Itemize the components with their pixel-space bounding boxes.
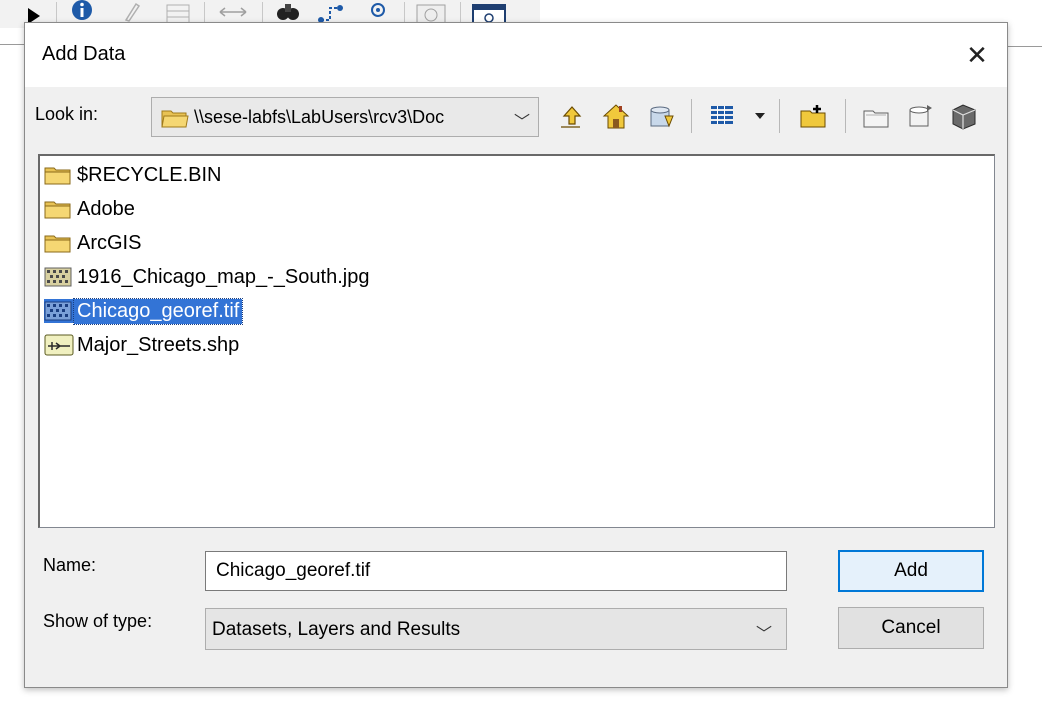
- list-item[interactable]: Major_Streets.shp: [44, 330, 242, 360]
- file-name: Chicago_georef.tif: [72, 297, 244, 325]
- add-button[interactable]: Add: [838, 550, 984, 592]
- file-name: Major_Streets.shp: [77, 333, 240, 356]
- folder-icon: [44, 197, 74, 221]
- dialog-title: Add Data: [42, 43, 126, 65]
- list-item-selected[interactable]: Chicago_georef.tif: [44, 296, 244, 326]
- view-options-dropdown-icon: [755, 113, 765, 119]
- route-icon[interactable]: [318, 2, 344, 24]
- list-item[interactable]: 1916_Chicago_map_-_South.jpg: [44, 262, 372, 292]
- file-name: ArcGIS: [77, 231, 142, 254]
- new-folder-button[interactable]: [861, 101, 891, 131]
- dialog-titlebar[interactable]: Add Data ✕: [25, 23, 1007, 87]
- raster-icon: [44, 299, 74, 323]
- up-one-level-icon: [561, 106, 582, 128]
- list-item[interactable]: ArcGIS: [44, 228, 144, 258]
- chevron-down-icon: ﹀: [513, 114, 530, 131]
- new-folder-icon: [863, 110, 889, 128]
- file-name: 1916_Chicago_map_-_South.jpg: [77, 265, 370, 288]
- look-in-path: \\sese-labfs\LabUsers\rcv3\Doc: [194, 107, 445, 127]
- open-folder-icon: [161, 110, 189, 128]
- goto-xy-icon[interactable]: [368, 2, 388, 22]
- connect-to-folder-icon: [800, 105, 826, 128]
- list-item[interactable]: Adobe: [44, 194, 138, 224]
- show-of-type-value: Datasets, Layers and Results: [212, 619, 461, 640]
- table-icon[interactable]: [166, 4, 190, 24]
- list-view-icon: [711, 106, 733, 124]
- measure-icon[interactable]: [218, 4, 248, 20]
- background-divider: [0, 44, 26, 45]
- find-icon[interactable]: [276, 2, 300, 22]
- file-name: Adobe: [77, 197, 135, 220]
- file-name: $RECYCLE.BIN: [77, 163, 222, 186]
- up-one-level-button[interactable]: [557, 101, 587, 131]
- close-icon: ✕: [966, 39, 988, 70]
- new-feature-class-button[interactable]: [949, 101, 979, 131]
- close-button[interactable]: ✕: [947, 23, 1007, 87]
- default-geodatabase-button[interactable]: [647, 101, 677, 131]
- cancel-button[interactable]: Cancel: [838, 607, 984, 649]
- show-of-type-label: Show of type:: [43, 611, 153, 631]
- new-geodatabase-icon: [909, 105, 932, 127]
- html-popup-icon[interactable]: [122, 2, 142, 22]
- new-feature-class-icon: [952, 104, 976, 130]
- folder-icon: [44, 231, 74, 255]
- list-item[interactable]: $RECYCLE.BIN: [44, 160, 225, 190]
- add-data-dialog: Add Data ✕ Look in: \\sese-labfs\LabUser…: [24, 22, 1008, 688]
- name-field[interactable]: [205, 551, 787, 591]
- look-in-dropdown[interactable]: \\sese-labfs\LabUsers\rcv3\Doc ﹀: [151, 97, 539, 137]
- list-view-button[interactable]: [707, 101, 737, 131]
- identify-icon[interactable]: [70, 0, 94, 22]
- folder-icon: [44, 163, 74, 187]
- home-button[interactable]: [601, 101, 631, 131]
- file-list[interactable]: $RECYCLE.BIN Adobe ArcGIS 1916_Chicago_m…: [38, 154, 995, 528]
- raster-icon: [44, 265, 74, 289]
- new-geodatabase-button[interactable]: [905, 101, 935, 131]
- chevron-down-icon: ﹀: [755, 626, 772, 643]
- name-label: Name:: [43, 555, 97, 575]
- home-icon: [602, 104, 630, 129]
- show-of-type-dropdown[interactable]: Datasets, Layers and Results ﹀: [205, 608, 787, 650]
- connect-to-folder-button[interactable]: [799, 101, 829, 131]
- look-in-label: Look in:: [35, 104, 99, 124]
- view-options-dropdown[interactable]: [751, 101, 769, 131]
- go-to-default-geodatabase-icon: [650, 106, 674, 128]
- line-shapefile-icon: [44, 333, 74, 357]
- background-divider: [1008, 46, 1042, 47]
